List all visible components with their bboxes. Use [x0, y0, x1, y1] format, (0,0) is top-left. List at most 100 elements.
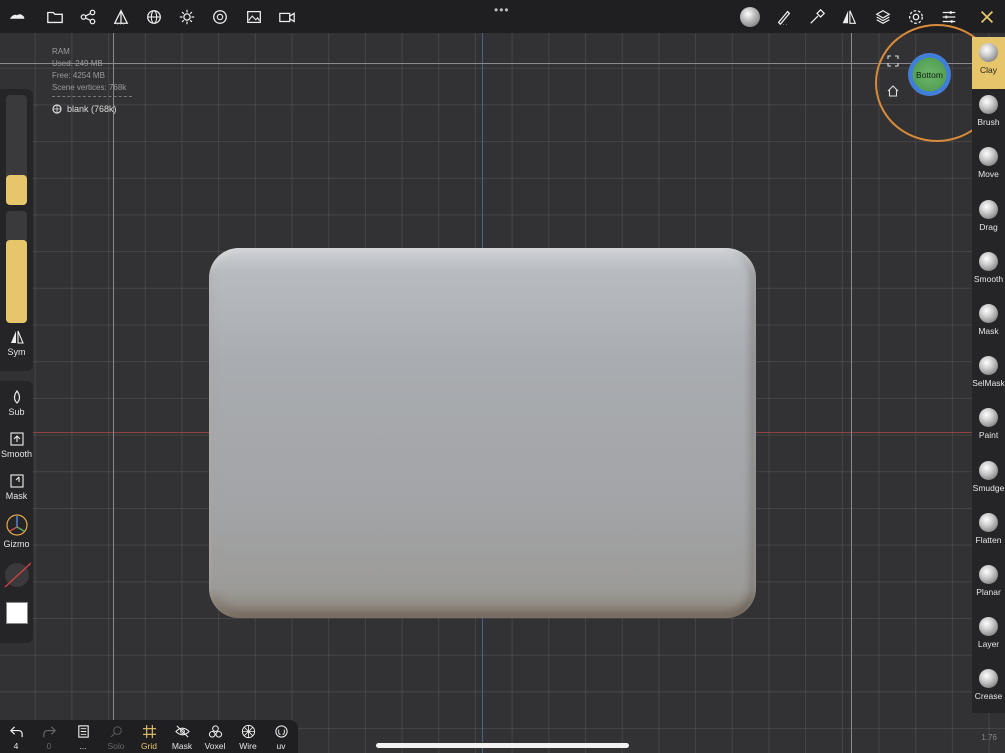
brush-label: Flatten: [975, 534, 1002, 545]
redo-count: 0: [46, 741, 52, 751]
wire-button[interactable]: Wire: [233, 722, 263, 751]
scene-graph-icon[interactable]: [77, 6, 99, 28]
sub-button[interactable]: Sub: [0, 389, 33, 417]
scene-vertices: Scene vertices: 768k: [52, 83, 127, 92]
drag-brush-icon: [979, 199, 998, 219]
sym-button[interactable]: Sym: [0, 329, 33, 357]
color-square-icon: [5, 602, 28, 624]
primary-color-swatch[interactable]: [0, 601, 33, 625]
home-indicator[interactable]: [376, 743, 629, 748]
brush-clay[interactable]: Clay: [972, 37, 1005, 89]
grid-icon: [142, 724, 156, 739]
brush-brush-icon: [979, 95, 998, 115]
drop-icon: [13, 389, 20, 404]
wireframe-icon: [241, 724, 255, 739]
camera-video-icon[interactable]: [276, 6, 298, 28]
picker-icon[interactable]: [806, 6, 828, 28]
radius-slider-fill: [6, 175, 27, 205]
more-label: ...: [79, 741, 87, 751]
scene-item[interactable]: blank (768k): [52, 104, 117, 114]
view-cube[interactable]: Bottom: [908, 53, 951, 96]
brush-paint[interactable]: Paint: [972, 402, 1005, 454]
uv-button[interactable]: uv: [266, 722, 296, 751]
brush-label: Move: [978, 169, 999, 180]
image-icon[interactable]: [243, 6, 265, 28]
redo-button[interactable]: 0: [34, 722, 64, 751]
brush-stroke-icon[interactable]: ...: [773, 6, 795, 28]
stats-overlay: RAM Used: 249 MB Free: 4254 MB Scene ver…: [52, 46, 132, 101]
brush-smudge[interactable]: Smudge: [972, 455, 1005, 507]
globe-icon[interactable]: [143, 6, 165, 28]
symmetry-icon[interactable]: [838, 6, 860, 28]
more-button[interactable]: ...: [68, 722, 98, 751]
undo-button[interactable]: 4: [1, 722, 31, 751]
layers-icon[interactable]: [872, 6, 894, 28]
grid-button[interactable]: Grid: [134, 722, 164, 751]
smudge-brush-icon: [979, 460, 998, 480]
clipboard-icon: [77, 725, 89, 738]
bottom-toolbar: 4 0 ... Solo Grid Mask Voxel Wire uv: [0, 720, 298, 753]
ram-label: RAM: [52, 47, 70, 56]
nomad-logo-icon[interactable]: [6, 6, 28, 28]
brush-drag[interactable]: Drag: [972, 194, 1005, 246]
redo-icon: [42, 726, 56, 738]
tools-icon[interactable]: [976, 6, 998, 28]
secondary-color-swatch[interactable]: [0, 561, 33, 589]
fullscreen-icon[interactable]: [887, 54, 899, 72]
paint-brush-icon: [979, 408, 998, 428]
grid-major-line: [851, 33, 852, 753]
mask-visibility-button[interactable]: Mask: [167, 722, 197, 751]
version-label: 1.76: [981, 733, 997, 742]
wire-label: Wire: [239, 741, 257, 751]
brush-brush[interactable]: Brush: [972, 89, 1005, 141]
mesh-object[interactable]: [209, 248, 756, 618]
smooth-label: Smooth: [0, 449, 33, 459]
brush-crease[interactable]: Crease: [972, 663, 1005, 715]
divider: [52, 96, 132, 97]
smooth-up-icon: [9, 432, 24, 446]
brush-flatten[interactable]: Flatten: [972, 507, 1005, 559]
matcap-icon[interactable]: [739, 6, 761, 28]
light-icon[interactable]: [176, 6, 198, 28]
brush-label: Layer: [977, 639, 1000, 650]
uv-label: uv: [276, 741, 286, 751]
grid-major-line: [113, 33, 114, 753]
intensity-slider-fill: [6, 240, 27, 323]
mesh-icon: [52, 104, 62, 114]
sub-label: Sub: [8, 407, 25, 417]
brush-label: Smudge: [972, 482, 1005, 493]
sym-label: Sym: [7, 347, 26, 357]
uv-icon: [274, 725, 288, 738]
ram-free: Free: 4254 MB: [52, 71, 105, 80]
no-color-icon: [4, 562, 31, 588]
voxel-button[interactable]: Voxel: [200, 722, 230, 751]
brush-label: Planar: [976, 587, 1001, 597]
brush-selmask[interactable]: SelMask: [972, 350, 1005, 402]
more-dots-icon[interactable]: •••: [494, 3, 510, 17]
primitive-icon[interactable]: ...: [110, 6, 132, 28]
material-icon[interactable]: [209, 6, 231, 28]
solo-label: Solo: [107, 741, 125, 751]
brush-planar[interactable]: Planar: [972, 559, 1005, 611]
brush-label: Drag: [979, 221, 998, 232]
voxel-icon: [208, 725, 222, 738]
search-icon: [109, 726, 122, 738]
planar-brush-icon: [979, 565, 998, 584]
mask-button[interactable]: Mask: [0, 473, 33, 501]
brush-smooth[interactable]: Smooth: [972, 246, 1005, 298]
brush-mask[interactable]: Mask: [972, 298, 1005, 350]
brush-label: Mask: [978, 326, 999, 336]
brush-label: Crease: [974, 691, 1003, 702]
solo-button[interactable]: Solo: [101, 722, 131, 751]
scene-item-label: blank (768k): [67, 104, 117, 114]
brush-layer[interactable]: Layer: [972, 611, 1005, 663]
undo-count: 4: [13, 741, 19, 751]
brush-label: Brush: [977, 117, 1000, 128]
home-icon[interactable]: [887, 84, 899, 102]
brush-move[interactable]: Move: [972, 141, 1005, 193]
folder-icon[interactable]: [44, 6, 66, 28]
left-tool-panel: Sub Smooth Mask Gizmo: [0, 381, 33, 643]
undo-icon: [9, 726, 23, 738]
gizmo-button[interactable]: Gizmo: [0, 513, 33, 549]
smooth-button[interactable]: Smooth: [0, 431, 33, 459]
